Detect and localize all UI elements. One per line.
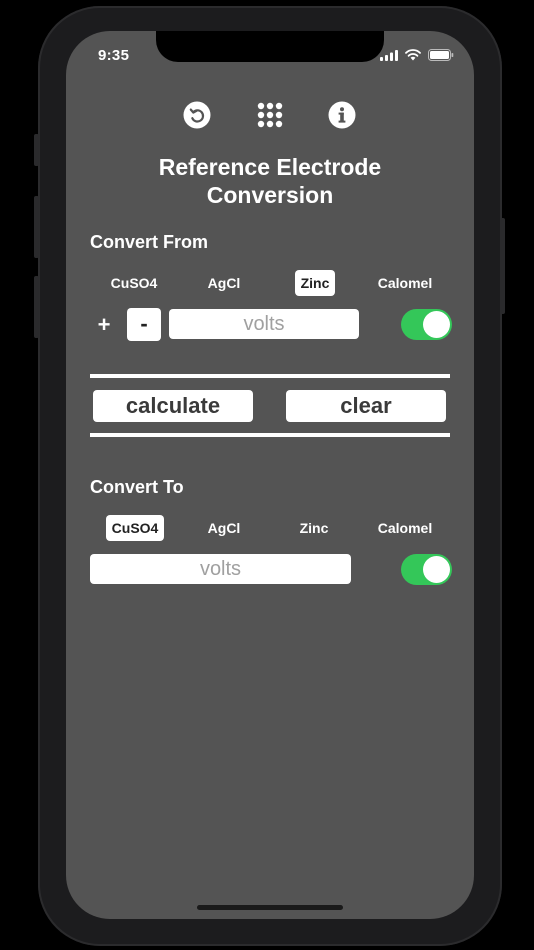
info-icon[interactable] — [328, 101, 356, 129]
wifi-icon — [405, 49, 421, 61]
app-screen: 9:35 Reference Electrode Conversion Conv… — [66, 31, 474, 919]
convert-from-label: Convert From — [90, 232, 209, 252]
page-title-line-1: Reference Electrode — [158, 154, 382, 180]
volume-up-button — [34, 196, 39, 258]
to-option-agcl[interactable]: AgCl — [194, 515, 254, 541]
from-volts-input[interactable]: volts — [169, 309, 359, 339]
from-toggle-knob — [423, 311, 450, 338]
from-option-cuso4[interactable]: CuSO4 — [104, 270, 164, 296]
divider-bottom — [90, 433, 450, 437]
to-option-calomel[interactable]: Calomel — [372, 515, 438, 541]
battery-icon — [428, 49, 454, 61]
to-option-cuso4[interactable]: CuSO4 — [106, 515, 164, 541]
signal-icon — [380, 49, 398, 61]
to-volts-output[interactable]: volts — [90, 554, 351, 584]
power-button — [500, 218, 505, 314]
undo-icon[interactable] — [183, 101, 211, 129]
from-option-zinc[interactable]: Zinc — [295, 270, 335, 296]
volume-down-button — [34, 276, 39, 338]
page-title-line-2: Conversion — [206, 182, 334, 208]
to-toggle[interactable] — [401, 554, 452, 585]
status-time: 9:35 — [98, 47, 130, 64]
from-toggle[interactable] — [401, 309, 452, 340]
to-option-zinc[interactable]: Zinc — [294, 515, 334, 541]
notch — [156, 31, 384, 62]
calculate-button[interactable]: calculate — [93, 390, 253, 422]
from-option-agcl[interactable]: AgCl — [194, 270, 254, 296]
divider-top — [90, 374, 450, 378]
grid-icon[interactable] — [256, 101, 284, 129]
minus-button[interactable]: - — [127, 308, 161, 341]
convert-to-label: Convert To — [90, 477, 184, 497]
from-option-calomel[interactable]: Calomel — [372, 270, 438, 296]
home-indicator[interactable] — [197, 905, 343, 910]
page-title: Reference Electrode Conversion — [66, 153, 474, 209]
plus-button[interactable]: + — [94, 312, 114, 338]
status-icons — [380, 49, 454, 61]
to-toggle-knob — [423, 556, 450, 583]
clear-button[interactable]: clear — [286, 390, 446, 422]
silent-switch — [34, 134, 39, 166]
